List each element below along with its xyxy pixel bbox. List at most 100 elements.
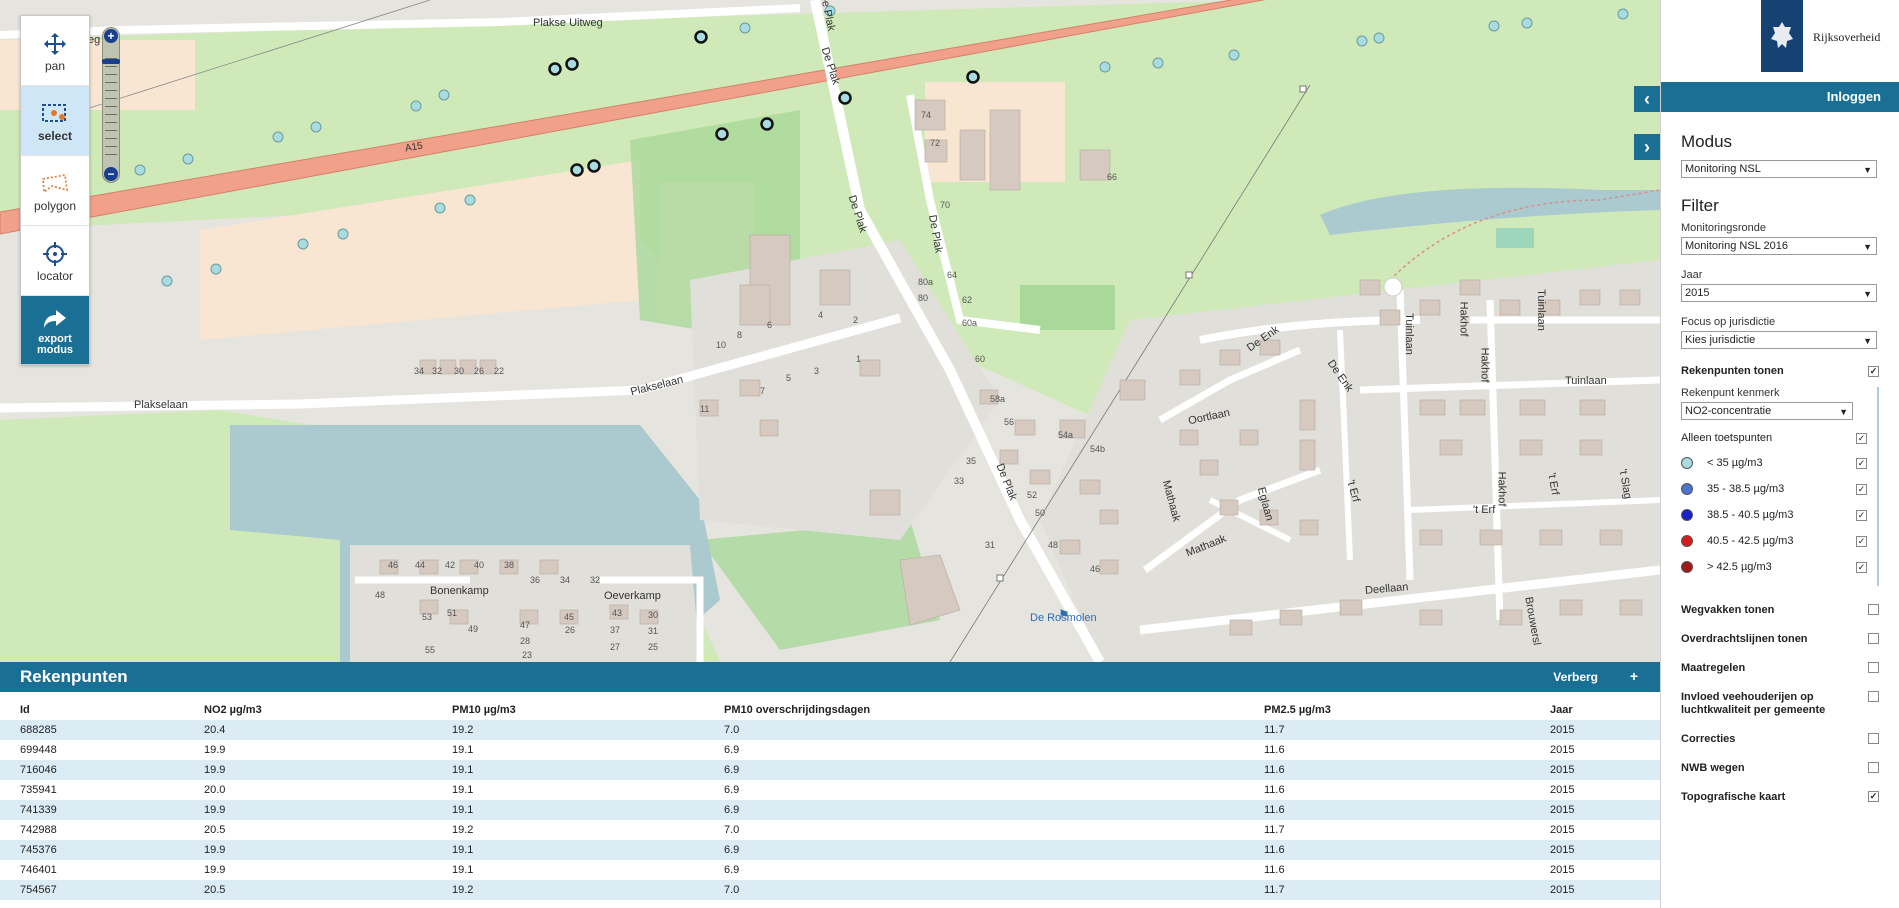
table-cell: 11.6 — [1244, 800, 1530, 820]
tool-pan[interactable]: pan — [21, 16, 89, 86]
table-cell: 2015 — [1550, 744, 1575, 756]
veehouderijen-checkbox[interactable] — [1868, 691, 1879, 702]
column-header-no2[interactable]: NO2 µg/m3 — [184, 700, 432, 720]
collapse-sidebar-button[interactable]: ‹ — [1634, 86, 1660, 112]
table-row[interactable]: 745376 19.9 19.1 6.9 11.6 2015 — [0, 840, 1660, 860]
legend-label: < 35 µg/m3 — [1707, 457, 1763, 469]
table-cell: 6.9 — [724, 864, 740, 876]
table-cell: 19.2 — [432, 880, 704, 900]
table-cell: 754567 — [0, 880, 184, 900]
move-arrows-icon — [42, 29, 68, 59]
legend-swatch — [1681, 561, 1693, 573]
zoom-out-button[interactable]: − — [104, 167, 118, 181]
legend-swatch — [1681, 509, 1693, 521]
table-cell: 20.5 — [204, 824, 226, 836]
jurisdictie-select[interactable]: Kies jurisdictie ▼ — [1681, 331, 1877, 349]
login-button[interactable]: Inloggen — [1661, 82, 1899, 112]
jurisdictie-value: Kies jurisdictie — [1685, 334, 1756, 346]
table-row[interactable]: 699448 19.9 19.1 6.9 11.6 2015 — [0, 740, 1660, 760]
column-header-pm10[interactable]: PM10 µg/m3 — [432, 700, 704, 720]
table-cell: 19.2 — [432, 720, 704, 740]
monitoringsronde-value: Monitoring NSL 2016 — [1685, 240, 1788, 252]
house-number: 30 — [648, 610, 659, 620]
map-canvas[interactable]: Plakse Uitweg eg Plakselaan Plakselaan D… — [0, 0, 1660, 662]
legend-label: 35 - 38.5 µg/m3 — [1707, 483, 1785, 495]
table-row[interactable]: 735941 20.0 19.1 6.9 11.6 2015 — [0, 780, 1660, 800]
column-header-id[interactable]: Id — [0, 700, 184, 720]
legend-checkbox[interactable]: ✓ — [1856, 483, 1867, 495]
legend-label: > 42.5 µg/m3 — [1707, 561, 1772, 573]
legend-checkbox[interactable]: ✓ — [1856, 561, 1867, 573]
rekenpunten-table: Id NO2 µg/m3 PM10 µg/m3 PM10 overschrijd… — [0, 700, 1660, 900]
table-cell: 20.4 — [184, 720, 432, 740]
tool-polygon-label: polygon — [33, 198, 77, 213]
legend-checkbox[interactable]: ✓ — [1856, 535, 1867, 547]
verberg-button[interactable]: Verberg — [1553, 670, 1598, 684]
table-row[interactable]: 716046 19.9 19.1 6.9 11.6 2015 — [0, 760, 1660, 780]
house-number: 49 — [468, 624, 479, 634]
house-number: 54b — [1090, 444, 1106, 454]
column-header-pm10-days[interactable]: PM10 overschrijdingsdagen — [704, 700, 1244, 720]
house-number: 8 — [737, 330, 743, 340]
kenmerk-select[interactable]: NO2-concentratie ▼ — [1681, 402, 1853, 420]
house-number: 32 — [432, 366, 443, 376]
tool-polygon[interactable]: polygon — [21, 156, 89, 226]
house-number: 10 — [716, 340, 727, 350]
legend-item: > 42.5 µg/m3 ✓ — [1681, 554, 1877, 580]
table-cell: 6.9 — [724, 744, 740, 756]
legend-checkbox[interactable]: ✓ — [1856, 457, 1867, 469]
modus-select[interactable]: Monitoring NSL ▼ — [1681, 160, 1877, 178]
house-number: 60 — [975, 354, 986, 364]
table-row[interactable]: 754567 20.5 19.2 7.0 11.7 2015 — [0, 880, 1660, 900]
tool-select[interactable]: select — [21, 86, 89, 156]
zoom-slider[interactable]: + − — [102, 27, 120, 183]
house-number: 42 — [445, 560, 456, 570]
bus-stop-icon[interactable]: ⚑ — [1058, 607, 1070, 623]
road-label-hakhof-2: Hakhof — [1478, 347, 1491, 383]
table-cell: 19.1 — [452, 864, 474, 876]
legend-item: < 35 µg/m3 ✓ — [1681, 450, 1877, 476]
wegvakken-checkbox[interactable] — [1868, 604, 1879, 615]
table-cell: 19.9 — [204, 864, 226, 876]
topografische-kaart-checkbox[interactable]: ✓ — [1868, 791, 1879, 802]
table-cell: 20.0 — [204, 784, 226, 796]
option-veehouderijen: Invloed veehouderijen op luchtkwaliteit … — [1681, 691, 1879, 717]
option-label: Wegvakken tonen — [1681, 604, 1775, 616]
road-label-oeverkamp: Oeverkamp — [604, 590, 661, 602]
table-row[interactable]: 746401 19.9 19.1 6.9 11.6 2015 — [0, 860, 1660, 880]
option-label: Topografische kaart — [1681, 791, 1786, 803]
maatregelen-checkbox[interactable] — [1868, 662, 1879, 673]
expand-panel-button[interactable]: + — [1630, 668, 1638, 684]
table-row[interactable]: 741339 19.9 19.1 6.9 11.6 2015 — [0, 800, 1660, 820]
table-cell: 735941 — [20, 784, 57, 796]
monitoringsronde-select[interactable]: Monitoring NSL 2016 ▼ — [1681, 237, 1877, 255]
legend-item: 38.5 - 40.5 µg/m3 ✓ — [1681, 502, 1877, 528]
road-label-hakhof-3: Hakhof — [1495, 471, 1508, 507]
table-row[interactable]: 742988 20.5 19.2 7.0 11.7 2015 — [0, 820, 1660, 840]
table-row[interactable]: 688285 20.4 19.2 7.0 11.7 2015 — [0, 720, 1660, 740]
correcties-checkbox[interactable] — [1868, 733, 1879, 744]
table-cell: 742988 — [20, 824, 57, 836]
column-header-jaar[interactable]: Jaar — [1530, 700, 1660, 720]
tool-export-modus[interactable]: export modus — [21, 296, 89, 364]
nwb-wegen-checkbox[interactable] — [1868, 762, 1879, 773]
column-header-pm25[interactable]: PM2.5 µg/m3 — [1244, 700, 1530, 720]
alleen-toetspunten-checkbox[interactable]: ✓ — [1856, 432, 1867, 444]
crosshair-icon — [42, 239, 68, 269]
overdrachtslijnen-checkbox[interactable] — [1868, 633, 1879, 644]
rekenpunten-tonen-checkbox[interactable]: ✓ — [1868, 365, 1879, 377]
tool-locator[interactable]: locator — [21, 226, 89, 296]
house-number: 70 — [940, 200, 951, 210]
zoom-in-button[interactable]: + — [104, 29, 118, 43]
house-number: 27 — [610, 642, 621, 652]
expand-sidebar-button[interactable]: › — [1634, 134, 1660, 160]
option-label: Invloed veehouderijen op luchtkwaliteit … — [1681, 691, 1826, 716]
house-number: 54a — [1058, 430, 1074, 440]
zoom-handle[interactable] — [102, 59, 120, 64]
jaar-select[interactable]: 2015 ▼ — [1681, 284, 1877, 302]
option-nwb-wegen: NWB wegen — [1681, 762, 1879, 775]
legend-checkbox[interactable]: ✓ — [1856, 509, 1867, 521]
house-number: 3 — [814, 366, 820, 376]
tool-pan-label: pan — [44, 58, 66, 73]
table-cell: 19.9 — [184, 840, 432, 860]
